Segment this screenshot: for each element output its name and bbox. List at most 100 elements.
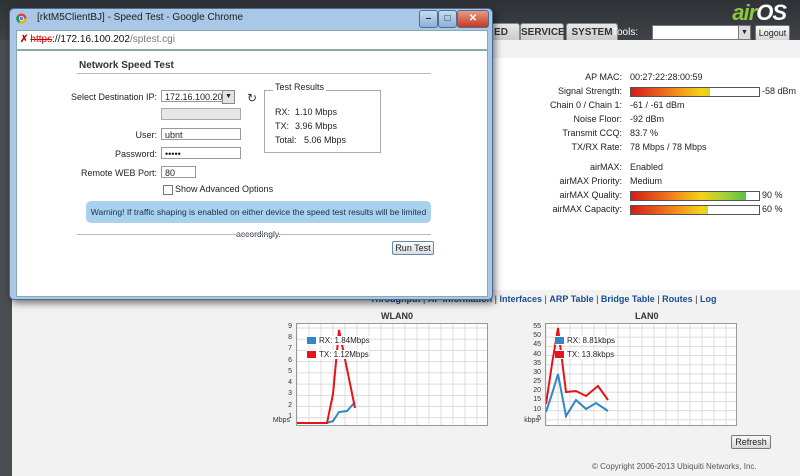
tab-services[interactable]: SERVICES	[520, 23, 571, 41]
lan-rx-legend-text: RX: 8.81kbps	[567, 336, 616, 345]
chrome-icon	[16, 13, 27, 24]
window-title: [rktM5ClientBJ] - Speed Test - Google Ch…	[37, 12, 244, 23]
airmax-label: airMAX:	[589, 162, 622, 172]
chevron-down-icon: ▼	[222, 90, 235, 104]
minimize-button[interactable]: –	[419, 10, 438, 28]
warning-banner: Warning! If traffic shaping is enabled o…	[86, 201, 431, 239]
chain-value: -61 / -61 dBm	[630, 100, 685, 110]
chain-label: Chain 0 / Chain 1:	[549, 100, 622, 110]
quality-bar-fill	[631, 192, 747, 200]
port-input[interactable]: 80	[161, 166, 196, 178]
password-input[interactable]: •••••	[161, 147, 241, 159]
ccq-row: Transmit CCQ: 83.7 %	[488, 128, 800, 140]
dest-ip-select[interactable]: 172.16.100.201 ▼	[161, 90, 235, 104]
dest-ip-value: 172.16.100.201	[165, 92, 228, 102]
link-separator: |	[492, 294, 500, 304]
speed-test-window: [rktM5ClientBJ] - Speed Test - Google Ch…	[9, 8, 493, 300]
lan-unit-label: kbps	[524, 417, 539, 424]
wlan-graph-title: WLAN0	[381, 311, 413, 321]
wlan-rx-legend-text: RX: 1.84Mbps	[319, 336, 370, 345]
lan-legend-tx: TX: 13.8kbps	[555, 350, 615, 359]
y-tick-label: 3	[288, 390, 292, 398]
priority-row: airMAX Priority: Medium	[488, 176, 800, 188]
y-tick-label: 5	[288, 367, 292, 375]
logout-button[interactable]: Logout	[755, 25, 790, 41]
wlan-unit-label: Mbps	[272, 417, 290, 424]
url-scheme: https	[30, 34, 53, 45]
signal-row: Signal Strength: -58 dBm	[488, 86, 800, 98]
link-interfaces[interactable]: Interfaces	[500, 294, 543, 304]
total-value: 5.06 Mbps	[304, 135, 347, 145]
ap-mac-row: AP MAC: 00:27:22:28:00:59	[488, 72, 800, 84]
signal-bar	[630, 87, 760, 97]
total-label: Total:	[275, 135, 297, 145]
wlan-legend-rx: RX: 1.84Mbps	[307, 336, 370, 345]
advanced-options-checkbox[interactable]	[163, 185, 173, 195]
rate-row: TX/RX Rate: 78 Mbps / 78 Mbps	[488, 142, 800, 154]
y-tick-label: 30	[533, 368, 541, 376]
divider	[77, 73, 431, 74]
link-log[interactable]: Log	[700, 294, 717, 304]
quality-bar	[630, 191, 760, 201]
user-label: User:	[135, 130, 157, 140]
address-bar[interactable]: ✗ https://172.16.100.202/sptest.cgi	[16, 30, 488, 50]
y-tick-label: 2	[288, 401, 292, 409]
link-bridge-table[interactable]: Bridge Table	[601, 294, 655, 304]
rate-label: TX/RX Rate:	[571, 142, 622, 152]
ccq-label: Transmit CCQ:	[562, 128, 622, 138]
y-tick-label: 8	[288, 334, 292, 342]
y-tick-label: 9	[288, 323, 292, 330]
refresh-button[interactable]: Refresh	[731, 435, 771, 449]
rate-value: 78 Mbps / 78 Mbps	[630, 142, 707, 152]
tx-swatch	[307, 351, 316, 359]
tools-select[interactable]: ▼	[652, 25, 751, 40]
link-routes[interactable]: Routes	[662, 294, 693, 304]
rx-swatch	[555, 337, 564, 345]
lan-legend-rx: RX: 8.81kbps	[555, 336, 616, 345]
y-tick-label: 35	[533, 359, 541, 367]
tx-value: 3.96 Mbps	[295, 121, 338, 131]
port-label: Remote WEB Port:	[80, 168, 157, 178]
refresh-icon[interactable]: ↻	[247, 91, 257, 105]
results-title: Test Results	[273, 82, 327, 92]
rx-label: RX:	[275, 107, 291, 117]
copyright: © Copyright 2006-2013 Ubiquiti Networks,…	[592, 462, 757, 471]
link-separator: |	[692, 294, 700, 304]
ccq-value: 83.7 %	[630, 128, 659, 138]
signal-bar-fill	[631, 88, 711, 96]
capacity-row: airMAX Capacity: 60 %	[488, 204, 800, 216]
chain-row: Chain 0 / Chain 1: -61 / -61 dBm	[488, 100, 800, 112]
y-tick-label: 15	[533, 396, 541, 404]
noise-value: -92 dBm	[630, 114, 665, 124]
maximize-button[interactable]: □	[438, 10, 457, 28]
url-host: ://172.16.100.202	[52, 34, 130, 45]
wlan-tx-legend-text: TX: 1.12Mbps	[319, 350, 369, 359]
tab-system[interactable]: SYSTEM	[566, 23, 618, 41]
link-separator: |	[593, 294, 601, 304]
link-separator: |	[654, 294, 663, 304]
user-input[interactable]: ubnt	[161, 128, 241, 140]
signal-label: Signal Strength:	[557, 86, 622, 96]
password-label: Password:	[114, 149, 157, 159]
series-line	[545, 373, 609, 419]
tx-swatch	[555, 351, 564, 359]
signal-value: -58 dBm	[762, 86, 797, 96]
close-button[interactable]: ✕	[457, 10, 489, 28]
custom-ip-field	[161, 108, 241, 120]
airos-logo: airOS	[732, 0, 787, 25]
priority-label: airMAX Priority:	[559, 176, 622, 186]
run-test-button[interactable]: Run Test	[392, 241, 434, 255]
noise-row: Noise Floor: -92 dBm	[488, 114, 800, 126]
y-tick-label: 7	[288, 345, 292, 353]
y-tick-label: 50	[533, 332, 541, 340]
dest-ip-label: Select Destination IP:	[70, 92, 157, 102]
y-tick-label: 4	[288, 379, 292, 387]
quality-row: airMAX Quality: 90 %	[488, 190, 800, 202]
link-arp-table[interactable]: ARP Table	[549, 294, 593, 304]
airmax-row: airMAX: Enabled	[488, 162, 800, 174]
series-line	[297, 401, 356, 424]
y-tick-label: 6	[288, 356, 292, 364]
priority-value: Medium	[630, 176, 663, 186]
capacity-bar-fill	[631, 206, 708, 214]
advanced-options-label[interactable]: Show Advanced Options	[175, 184, 273, 194]
